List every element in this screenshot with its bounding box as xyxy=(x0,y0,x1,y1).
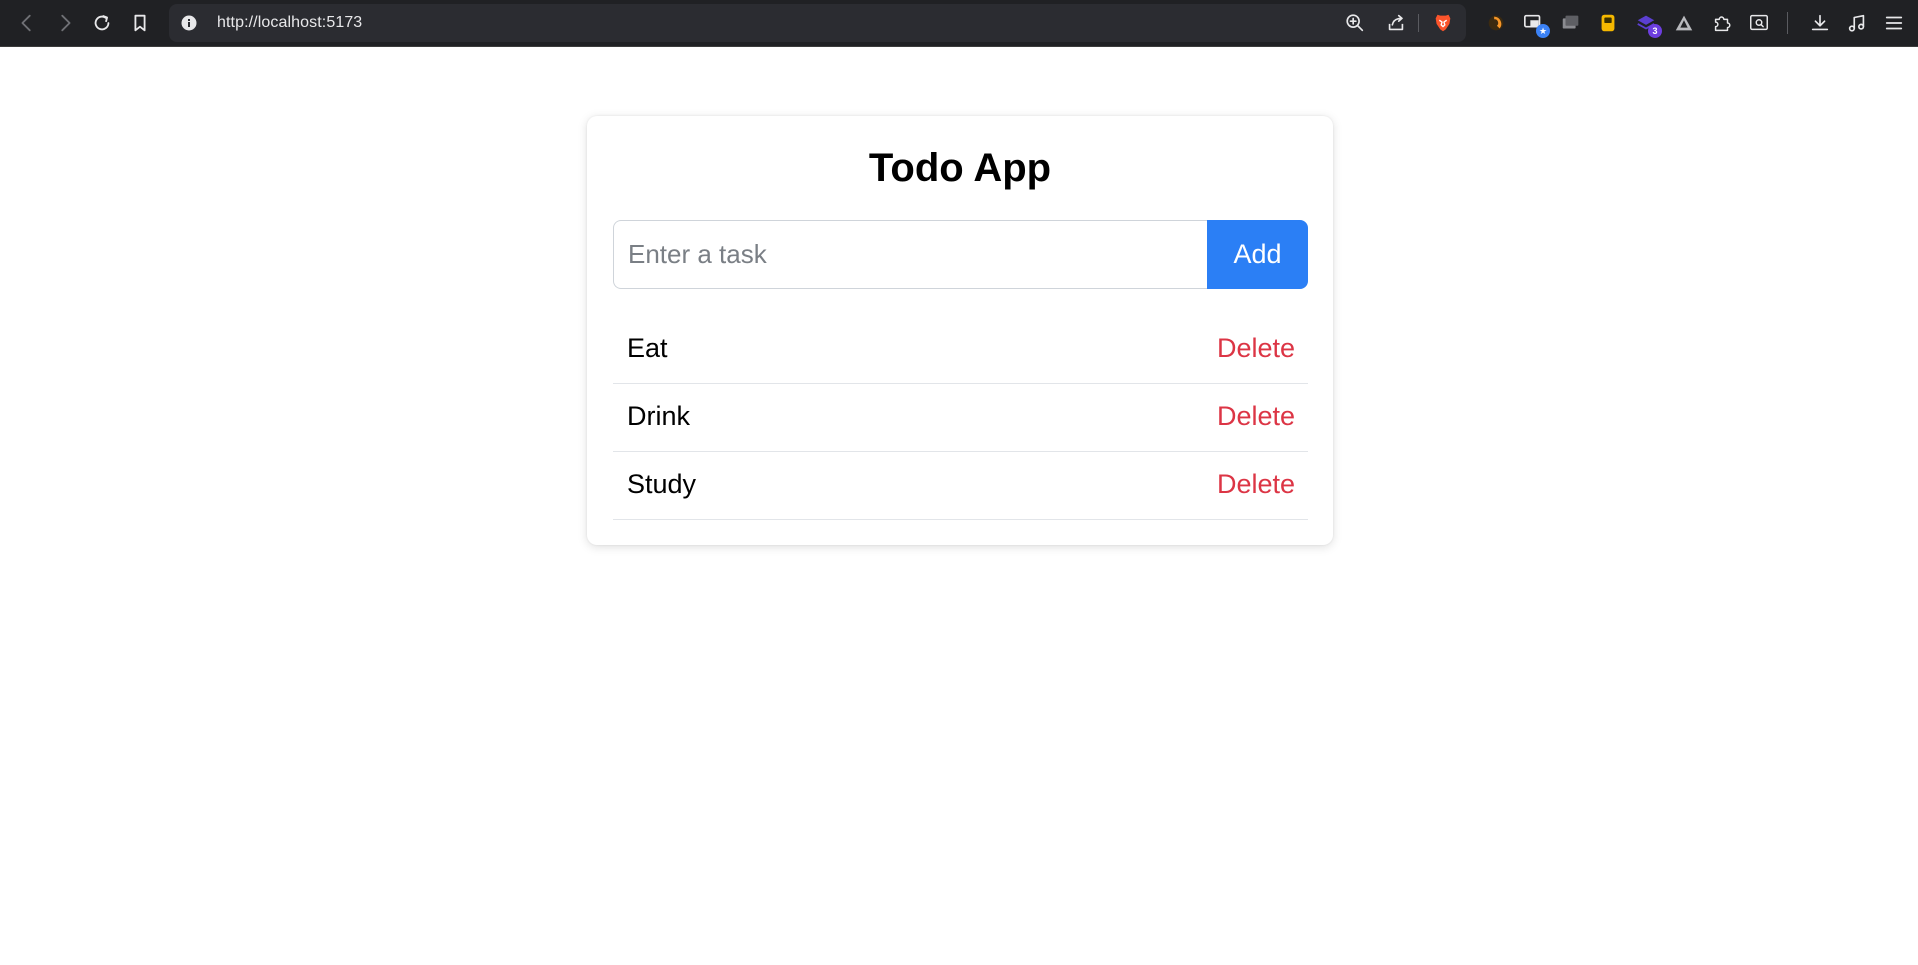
triangle-icon xyxy=(1675,15,1693,31)
back-button[interactable] xyxy=(12,8,42,38)
task-list: Eat Delete Drink Delete Study Delete xyxy=(613,316,1308,520)
add-button[interactable]: Add xyxy=(1207,220,1308,289)
todo-card: Todo App Add Eat Delete Drink Delete Stu… xyxy=(587,116,1333,545)
zoom-in-icon xyxy=(1346,14,1364,32)
extensions-button[interactable] xyxy=(1708,9,1736,37)
leo-ai-icon xyxy=(1488,15,1504,31)
url-text[interactable]: http://localhost:5173 xyxy=(217,14,362,32)
brave-shields-button[interactable] xyxy=(1431,11,1455,35)
task-text: Eat xyxy=(627,333,668,363)
delete-button[interactable]: Delete xyxy=(1217,469,1295,500)
menu-button[interactable] xyxy=(1880,9,1908,37)
back-arrow-icon xyxy=(21,14,31,32)
address-bar[interactable]: http://localhost:5173 xyxy=(169,4,1466,42)
tab-manager-button[interactable] xyxy=(1557,9,1585,37)
extension-badge: ★ xyxy=(1536,24,1550,38)
task-item: Eat Delete xyxy=(613,316,1308,384)
app-title: Todo App xyxy=(868,146,1052,190)
forward-button[interactable] xyxy=(50,8,80,38)
task-item: Drink Delete xyxy=(613,384,1308,452)
layers-button[interactable]: 3 xyxy=(1632,9,1662,38)
toolbar-divider xyxy=(1787,12,1788,34)
tab-manager-icon xyxy=(1562,15,1579,29)
share-button[interactable] xyxy=(1384,11,1408,35)
clipboard-icon xyxy=(1601,14,1615,32)
task-text: Drink xyxy=(627,401,691,431)
clipboard-button[interactable] xyxy=(1594,9,1622,37)
task-text: Study xyxy=(627,469,697,499)
extensions-puzzle-icon xyxy=(1714,16,1731,32)
site-info-icon[interactable] xyxy=(181,15,197,31)
address-divider xyxy=(1418,14,1419,32)
task-item: Study Delete xyxy=(613,452,1308,520)
triangle-extension-button[interactable] xyxy=(1670,9,1698,37)
download-icon xyxy=(1811,14,1829,31)
share-icon xyxy=(1388,14,1404,31)
task-input[interactable] xyxy=(613,220,1207,289)
extension-badge: 3 xyxy=(1648,24,1662,38)
delete-button[interactable]: Delete xyxy=(1217,401,1295,432)
search-page-icon xyxy=(1750,14,1768,31)
zoom-button[interactable] xyxy=(1343,11,1367,35)
music-note-icon xyxy=(1848,14,1865,32)
reload-icon xyxy=(94,15,110,31)
browser-toolbar: http://localhost:5173 ★ 3 xyxy=(0,0,1918,47)
media-button[interactable] xyxy=(1843,9,1871,37)
reload-button[interactable] xyxy=(87,8,117,38)
hamburger-menu-icon xyxy=(1885,16,1903,30)
forward-arrow-icon xyxy=(61,14,71,32)
picture-in-picture-button[interactable]: ★ xyxy=(1520,9,1550,38)
downloads-button[interactable] xyxy=(1806,9,1834,37)
search-page-button[interactable] xyxy=(1745,9,1773,37)
leo-ai-button[interactable] xyxy=(1482,9,1510,37)
bookmark-button[interactable] xyxy=(125,8,155,38)
bookmark-icon xyxy=(134,14,146,32)
delete-button[interactable]: Delete xyxy=(1217,333,1295,364)
brave-lion-icon xyxy=(1435,14,1451,32)
